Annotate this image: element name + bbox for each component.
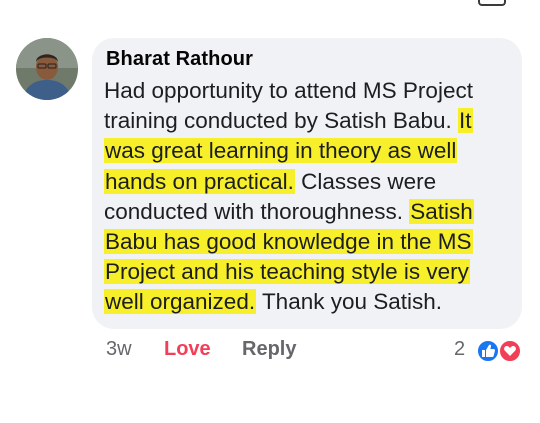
comment-line: hands on practical. Classes were xyxy=(104,167,509,197)
comment-timestamp[interactable]: 3w xyxy=(106,338,132,361)
highlighted-text: was great learning in theory as well xyxy=(104,138,458,164)
comment-line: Had opportunity to attend MS Project xyxy=(104,76,509,106)
like-icon xyxy=(476,339,500,363)
love-icon xyxy=(498,339,522,363)
highlighted-text: Project and his teaching style is very xyxy=(104,259,470,285)
comment-line: Project and his teaching style is very xyxy=(104,257,509,287)
reaction-icons xyxy=(476,339,522,363)
highlighted-text: Satish xyxy=(409,198,474,224)
highlighted-text: well organized. xyxy=(104,289,257,315)
comment-text-segment: training conducted by Satish Babu. xyxy=(104,108,458,134)
reply-button[interactable]: Reply xyxy=(242,338,296,361)
love-button[interactable]: Love xyxy=(164,338,211,361)
reaction-count: 2 xyxy=(454,338,466,360)
highlighted-text: Babu has good knowledge in the MS xyxy=(104,229,473,255)
highlighted-text: It xyxy=(457,108,473,134)
comment-text-segment: conducted with thoroughness. xyxy=(104,198,410,224)
comment-line: was great learning in theory as well xyxy=(104,136,509,166)
comment-line: Babu has good knowledge in the MS xyxy=(104,227,509,257)
avatar[interactable] xyxy=(16,38,78,100)
comment-line: conducted with thoroughness. Satish xyxy=(104,197,509,227)
comment-line: training conducted by Satish Babu. It xyxy=(104,106,509,136)
comment-text-segment: Had opportunity to attend MS Project xyxy=(104,78,473,103)
highlighted-text: hands on practical. xyxy=(104,168,295,194)
comment-text: Had opportunity to attend MS Project trai… xyxy=(104,76,509,318)
comment-line: well organized. Thank you Satish. xyxy=(104,287,509,317)
share-icon[interactable] xyxy=(478,0,506,6)
comment-text-segment: Thank you Satish. xyxy=(256,289,443,315)
comment-text-segment: Classes were xyxy=(294,168,437,194)
comment-author[interactable]: Bharat Rathour xyxy=(106,48,253,71)
